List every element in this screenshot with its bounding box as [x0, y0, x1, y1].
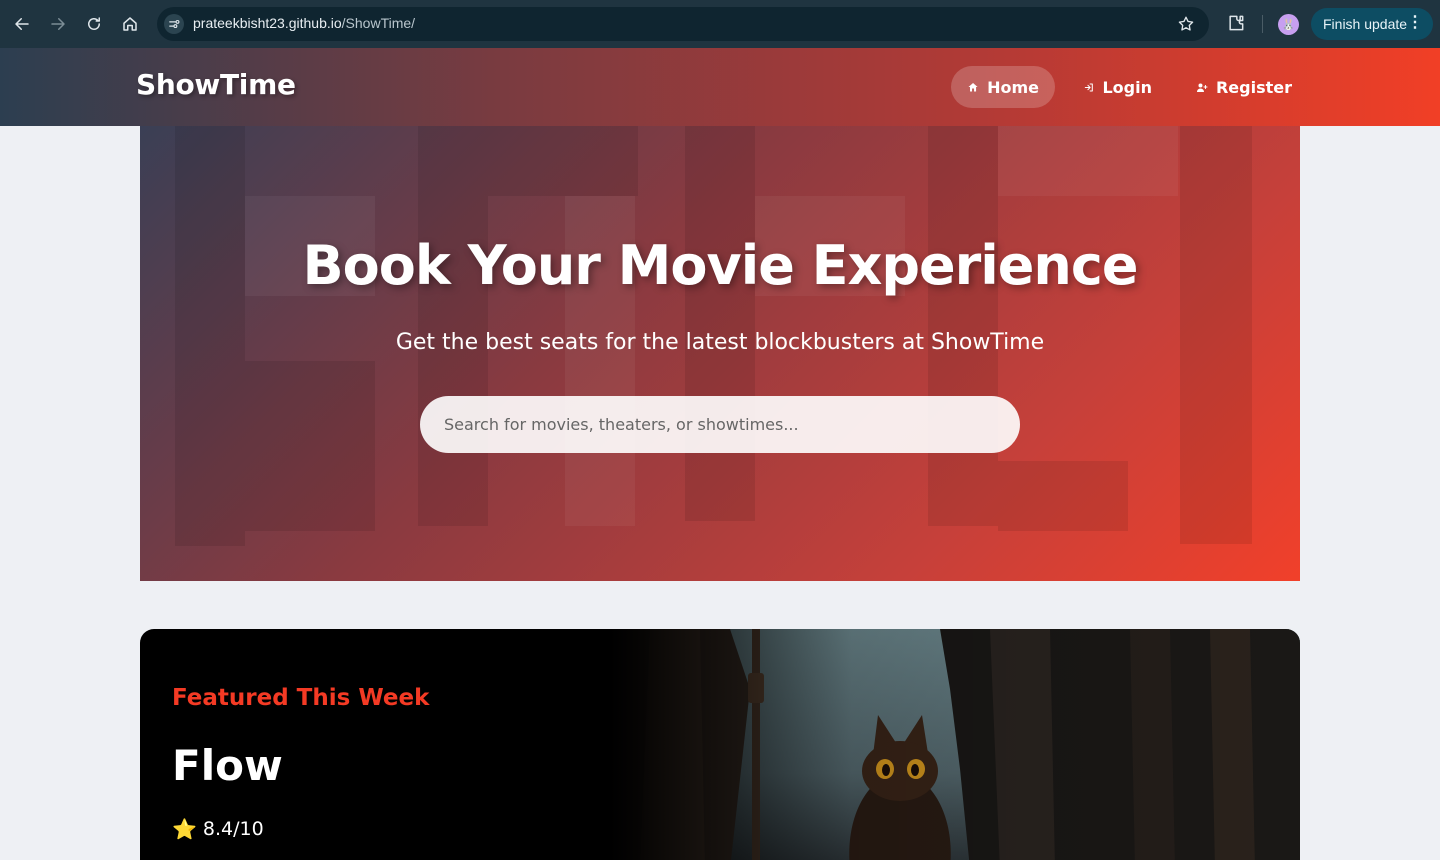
reload-button[interactable] [82, 12, 106, 36]
star-icon: ⭐ [172, 817, 197, 841]
hero-title: Book Your Movie Experience [302, 234, 1139, 297]
login-icon [1084, 82, 1093, 92]
home-icon [968, 82, 978, 92]
extensions-icon[interactable] [1226, 13, 1246, 33]
house-icon [123, 17, 137, 31]
site-info-icon[interactable] [164, 14, 184, 34]
featured-rating-value: 8.4/10 [202, 818, 264, 840]
nav-register-label: Register [1215, 77, 1292, 97]
featured-movie-title: Flow [172, 741, 283, 790]
featured-rating: ⭐ 8.4/10 [172, 817, 264, 841]
cat-poster-illustration [610, 629, 1300, 860]
nav-home-label: Home [987, 77, 1039, 97]
hero-bg-shape [418, 126, 488, 526]
user-plus-icon [1196, 83, 1208, 92]
featured-section-label: Featured This Week [172, 685, 430, 711]
nav-register-link[interactable]: Register [1180, 66, 1308, 108]
hero-bg-shape [488, 126, 638, 196]
arrow-left-icon [15, 18, 29, 30]
nav-login-link[interactable]: Login [1068, 66, 1168, 108]
finish-update-button[interactable]: Finish update ⋮ [1311, 8, 1433, 40]
hero-bg-shape [998, 126, 1178, 196]
address-bar[interactable]: prateekbisht23.github.io/ShowTime/ [157, 7, 1209, 41]
bookmark-star-icon[interactable] [1177, 15, 1195, 33]
back-button[interactable] [10, 12, 34, 36]
nav-login-label: Login [1102, 77, 1152, 97]
hero-subtitle: Get the best seats for the latest blockb… [395, 330, 1045, 355]
arrow-right-icon [51, 18, 65, 30]
profile-avatar[interactable]: 🐰 [1278, 14, 1299, 35]
brand-logo[interactable]: ShowTime [136, 68, 296, 101]
finish-update-label: Finish update [1323, 16, 1408, 32]
nav-home-link[interactable]: Home [951, 66, 1055, 108]
home-button[interactable] [118, 12, 142, 36]
hero-bg-shape [998, 461, 1128, 531]
url-text: prateekbisht23.github.io/ShowTime/ [193, 15, 416, 31]
featured-card[interactable]: Featured This Week Flow ⭐ 8.4/10 [140, 629, 1300, 860]
featured-poster-image [610, 629, 1300, 860]
site-navbar: ShowTime Home Login Register [0, 48, 1440, 126]
toolbar-divider [1262, 15, 1263, 33]
browser-toolbar: prateekbisht23.github.io/ShowTime/ 🐰 Fin… [0, 0, 1440, 48]
hero-section: Book Your Movie Experience Get the best … [140, 126, 1300, 581]
reload-icon [88, 17, 100, 30]
more-vert-icon: ⋮ [1407, 14, 1423, 31]
hero-bg-shape [245, 361, 375, 531]
hero-bg-shape [685, 126, 755, 521]
hero-bg-shape [928, 126, 998, 526]
forward-button[interactable] [46, 12, 70, 36]
search-input[interactable] [420, 396, 1020, 453]
